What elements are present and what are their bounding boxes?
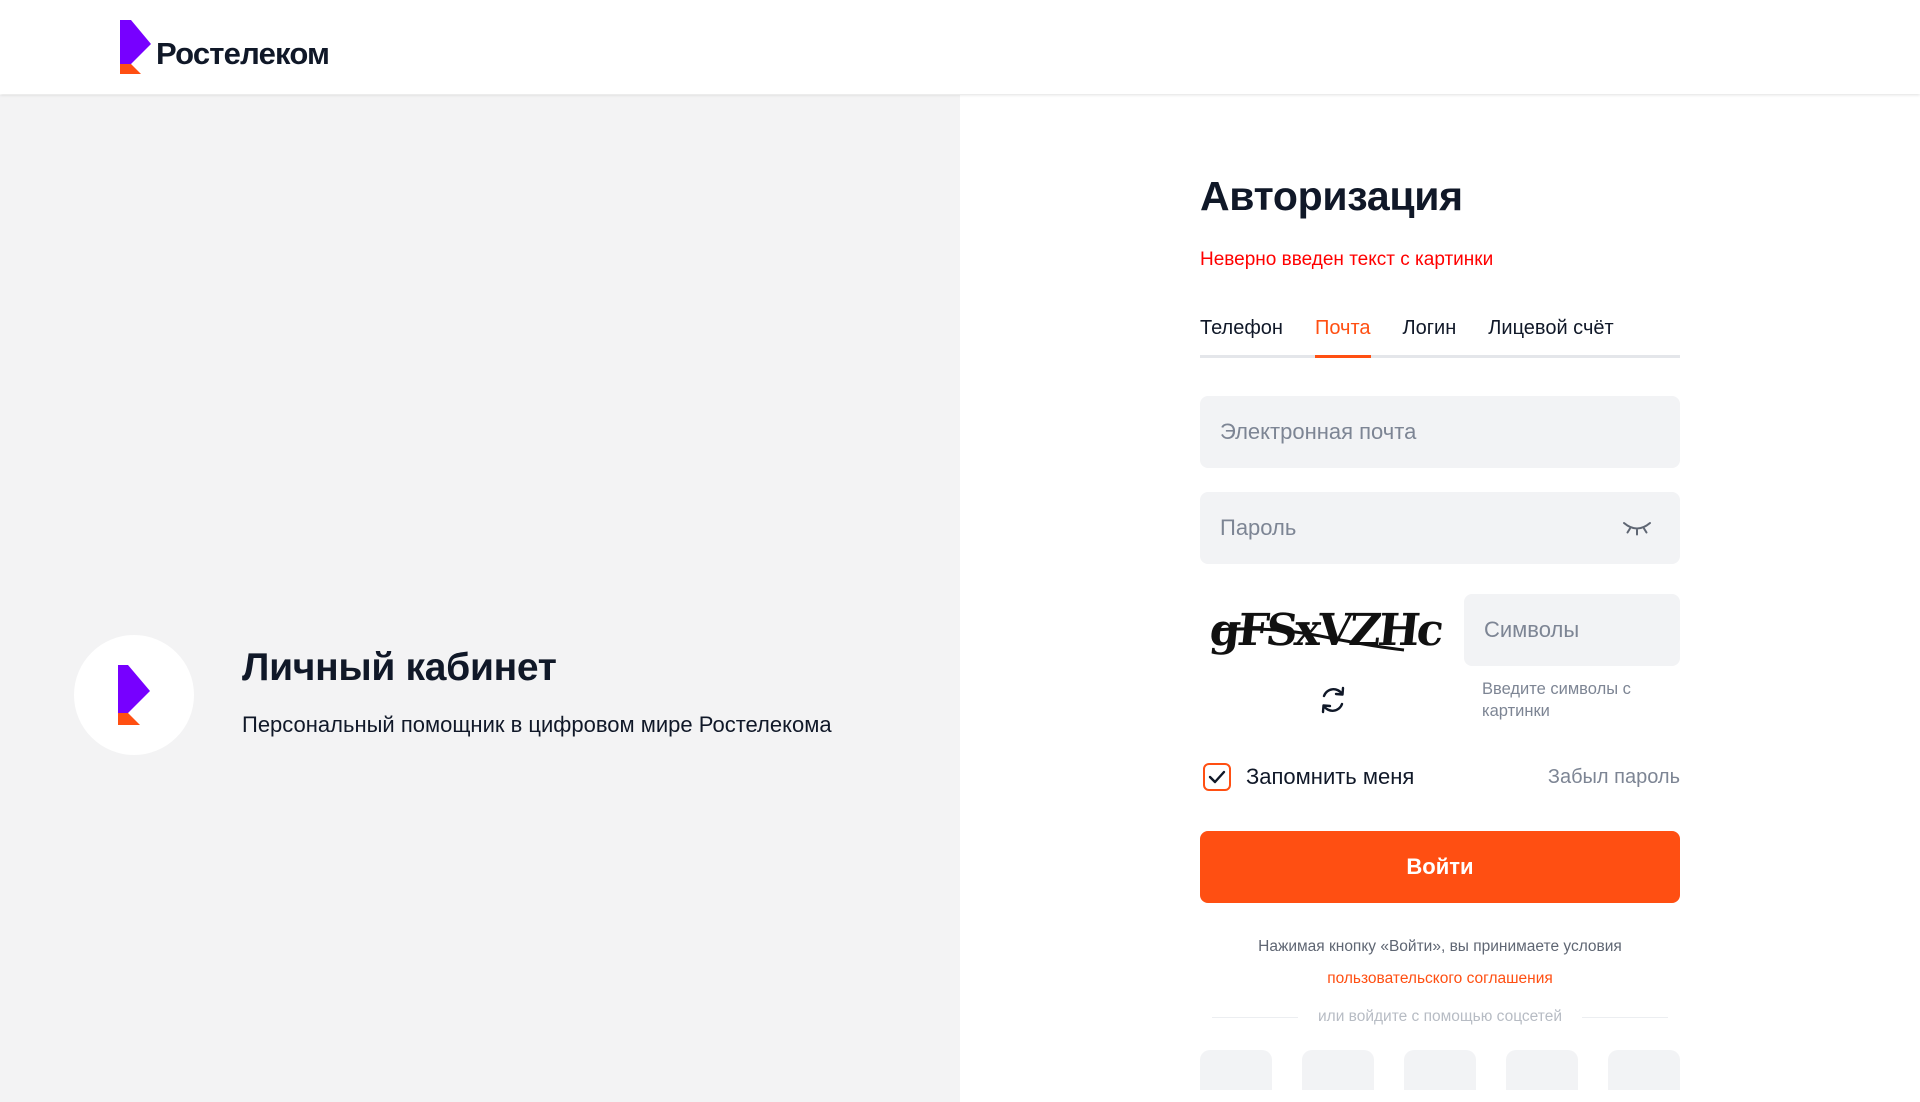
brand-logo[interactable]: Ростелеком bbox=[118, 20, 330, 74]
captcha-noise-line bbox=[1213, 627, 1405, 652]
login-button[interactable]: Войти bbox=[1200, 831, 1680, 903]
captcha-hint: Введите символы с картинки bbox=[1482, 680, 1631, 720]
social-login-button[interactable] bbox=[1506, 1050, 1578, 1090]
eye-closed-icon[interactable] bbox=[1622, 518, 1652, 538]
social-login-button[interactable] bbox=[1608, 1050, 1680, 1090]
promo-subtitle: Персональный помощник в цифровом мире Ро… bbox=[242, 712, 832, 737]
social-divider: или войдите с помощью соцсетей bbox=[1200, 1008, 1680, 1026]
captcha-input[interactable] bbox=[1482, 616, 1662, 644]
promo-panel bbox=[0, 95, 960, 1102]
error-message: Неверно введен текст с картинки bbox=[1200, 249, 1494, 270]
remember-checkbox[interactable] bbox=[1203, 763, 1231, 791]
refresh-icon[interactable] bbox=[1318, 684, 1348, 716]
login-form: Авторизация Неверно введен текст с карти… bbox=[1200, 166, 1680, 1090]
terms-notice: Нажимая кнопку «Войти», вы принимаете ус… bbox=[1200, 931, 1680, 995]
captcha-field-wrapper bbox=[1464, 594, 1680, 666]
social-login-button[interactable] bbox=[1200, 1050, 1272, 1090]
social-divider-label: или войдите с помощью соцсетей bbox=[1318, 1008, 1562, 1025]
password-field-wrapper bbox=[1200, 492, 1680, 564]
tab-account-number[interactable]: Лицевой счёт bbox=[1488, 312, 1613, 355]
remember-row: Запомнить меня Забыл пароль bbox=[1200, 759, 1680, 795]
rostelecom-logo-icon bbox=[120, 20, 151, 74]
promo-title: Личный кабинет bbox=[242, 646, 557, 689]
divider-line bbox=[1212, 1016, 1298, 1018]
page-title: Авторизация bbox=[1200, 173, 1463, 219]
tab-phone[interactable]: Телефон bbox=[1200, 312, 1283, 355]
password-input[interactable] bbox=[1218, 514, 1662, 542]
captcha-image: gFSxVZHc bbox=[1207, 602, 1443, 660]
social-login-button[interactable] bbox=[1302, 1050, 1374, 1090]
brand-name: Ростелеком bbox=[156, 36, 330, 71]
checkmark-icon bbox=[1208, 770, 1226, 784]
remember-label: Запомнить меня bbox=[1246, 764, 1415, 789]
login-method-tabs: Телефон Почта Логин Лицевой счёт bbox=[1200, 312, 1680, 358]
user-agreement-link[interactable]: пользовательского соглашения bbox=[1200, 963, 1680, 995]
divider-line bbox=[1581, 1016, 1668, 1018]
tab-email[interactable]: Почта bbox=[1314, 312, 1371, 358]
social-login-button[interactable] bbox=[1404, 1050, 1476, 1090]
rostelecom-logo-icon bbox=[118, 665, 150, 725]
email-input[interactable] bbox=[1218, 418, 1662, 446]
remember-me-toggle[interactable]: Запомнить меня bbox=[1200, 763, 1414, 791]
captcha-section: gFSxVZHc Введите символы с картинки bbox=[1200, 594, 1680, 734]
tab-login[interactable]: Логин bbox=[1403, 312, 1457, 355]
site-header: Ростелеком bbox=[0, 0, 1920, 94]
social-login-buttons bbox=[1200, 1050, 1680, 1090]
terms-text: Нажимая кнопку «Войти», вы принимаете ус… bbox=[1258, 938, 1622, 955]
email-field-wrapper bbox=[1200, 396, 1680, 468]
forgot-password-link[interactable]: Забыл пароль bbox=[1548, 766, 1680, 789]
promo-logo-badge bbox=[74, 635, 194, 755]
